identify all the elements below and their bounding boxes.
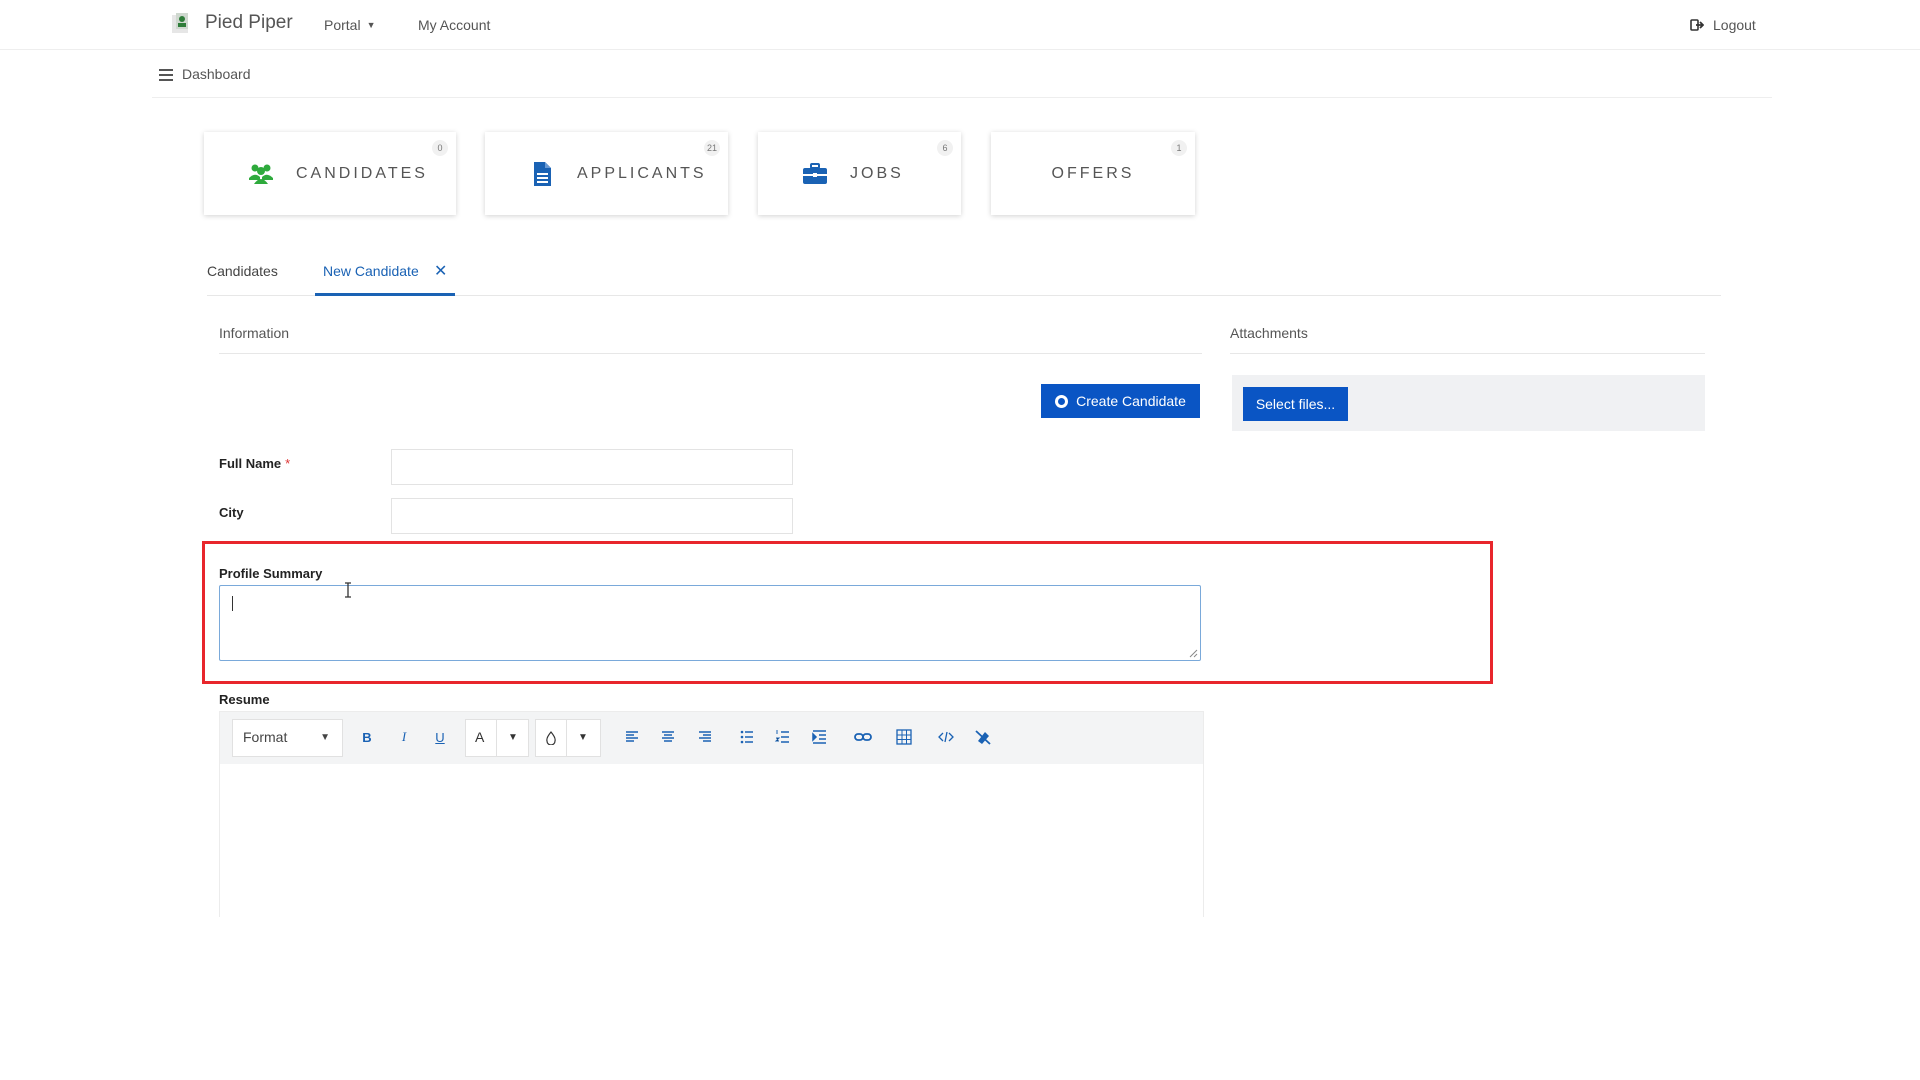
align-right-icon[interactable]	[694, 726, 716, 748]
required-mark: *	[285, 456, 291, 471]
ibeam-cursor-icon	[345, 582, 351, 598]
my-account-link[interactable]: My Account	[418, 17, 490, 33]
clear-formatting-icon[interactable]	[972, 726, 994, 748]
font-color-icon: A	[475, 729, 485, 745]
card-label: OFFERS	[1051, 164, 1135, 182]
brand[interactable]: Pied Piper	[171, 12, 293, 34]
profile-summary-textarea[interactable]	[219, 585, 1201, 661]
hamburger-menu-icon[interactable]	[159, 69, 173, 81]
portal-dropdown[interactable]: Portal ▼	[324, 17, 376, 33]
users-icon	[249, 164, 273, 184]
full-name-label-text: Full Name	[219, 456, 282, 471]
bulleted-list-icon[interactable]	[736, 726, 758, 748]
create-candidate-label: Create Candidate	[1076, 393, 1186, 409]
select-files-button[interactable]: Select files...	[1243, 387, 1348, 421]
underline-button[interactable]: U	[429, 726, 451, 748]
tab-candidates[interactable]: Candidates	[207, 262, 278, 296]
full-name-input[interactable]	[391, 449, 793, 485]
jobs-card[interactable]: JOBS 6	[758, 132, 961, 215]
page-title: Dashboard	[182, 66, 251, 82]
caret-down-icon: ▼	[366, 20, 376, 30]
format-label: Format	[243, 729, 288, 745]
tab-bar: Candidates New Candidate ✕	[207, 262, 1721, 296]
format-dropdown[interactable]: Format ▼	[232, 719, 343, 757]
indent-icon[interactable]	[809, 726, 831, 748]
tab-new-candidate[interactable]: New Candidate ✕	[315, 262, 455, 296]
top-navbar: Pied Piper Portal ▼ My Account Logout	[0, 0, 1920, 50]
resume-label: Resume	[219, 692, 270, 707]
information-heading: Information	[219, 325, 1202, 354]
attachments-dropzone[interactable]: Select files...	[1232, 375, 1705, 431]
brand-name: Pied Piper	[205, 12, 293, 33]
applicants-card[interactable]: APPLICANTS 21	[485, 132, 728, 215]
align-center-icon[interactable]	[657, 726, 679, 748]
code-view-icon[interactable]	[935, 726, 957, 748]
count-badge: 6	[937, 140, 953, 156]
briefcase-icon	[803, 162, 827, 184]
city-label: City	[219, 505, 244, 520]
offers-card[interactable]: OFFERS 1	[991, 132, 1195, 215]
card-label: APPLICANTS	[577, 164, 707, 182]
caret-down-icon: ▼	[578, 732, 588, 743]
profile-summary-label: Profile Summary	[219, 566, 323, 581]
resize-grip-icon[interactable]	[1189, 649, 1198, 658]
numbered-list-icon[interactable]	[772, 726, 794, 748]
brand-logo-icon	[172, 13, 188, 33]
card-label: JOBS	[850, 164, 904, 182]
resume-editor[interactable]: Format ▼ B I U A ▼ ▼	[219, 711, 1204, 917]
italic-button[interactable]: I	[393, 726, 415, 748]
background-color-picker[interactable]: ▼	[535, 719, 601, 757]
card-label: CANDIDATES	[296, 164, 428, 182]
font-color-picker[interactable]: A ▼	[465, 719, 529, 757]
count-badge: 21	[704, 140, 720, 156]
editor-toolbar: Format ▼ B I U A ▼ ▼	[220, 712, 1203, 764]
logout-label: Logout	[1713, 17, 1756, 33]
table-icon[interactable]	[893, 726, 915, 748]
portal-label: Portal	[324, 17, 361, 33]
city-input[interactable]	[391, 498, 793, 534]
breadcrumb: Dashboard	[152, 60, 1772, 98]
document-icon	[534, 161, 551, 186]
text-caret	[232, 596, 233, 611]
caret-down-icon: ▼	[508, 732, 518, 743]
count-badge: 0	[432, 140, 448, 156]
bold-button[interactable]: B	[356, 726, 378, 748]
align-left-icon[interactable]	[621, 726, 643, 748]
close-icon[interactable]: ✕	[434, 261, 447, 281]
candidates-card[interactable]: CANDIDATES 0	[204, 132, 456, 215]
sign-out-icon	[1690, 19, 1704, 31]
circle-check-icon	[1055, 394, 1069, 408]
tab-label: New Candidate	[323, 263, 419, 279]
create-candidate-button[interactable]: Create Candidate	[1041, 384, 1200, 418]
logout-link[interactable]: Logout	[1690, 17, 1756, 33]
attachments-heading: Attachments	[1230, 325, 1705, 354]
full-name-label: Full Name *	[219, 456, 290, 471]
color-drop-icon	[546, 731, 556, 745]
count-badge: 1	[1171, 140, 1187, 156]
link-icon[interactable]	[852, 726, 874, 748]
caret-down-icon: ▼	[320, 732, 330, 743]
